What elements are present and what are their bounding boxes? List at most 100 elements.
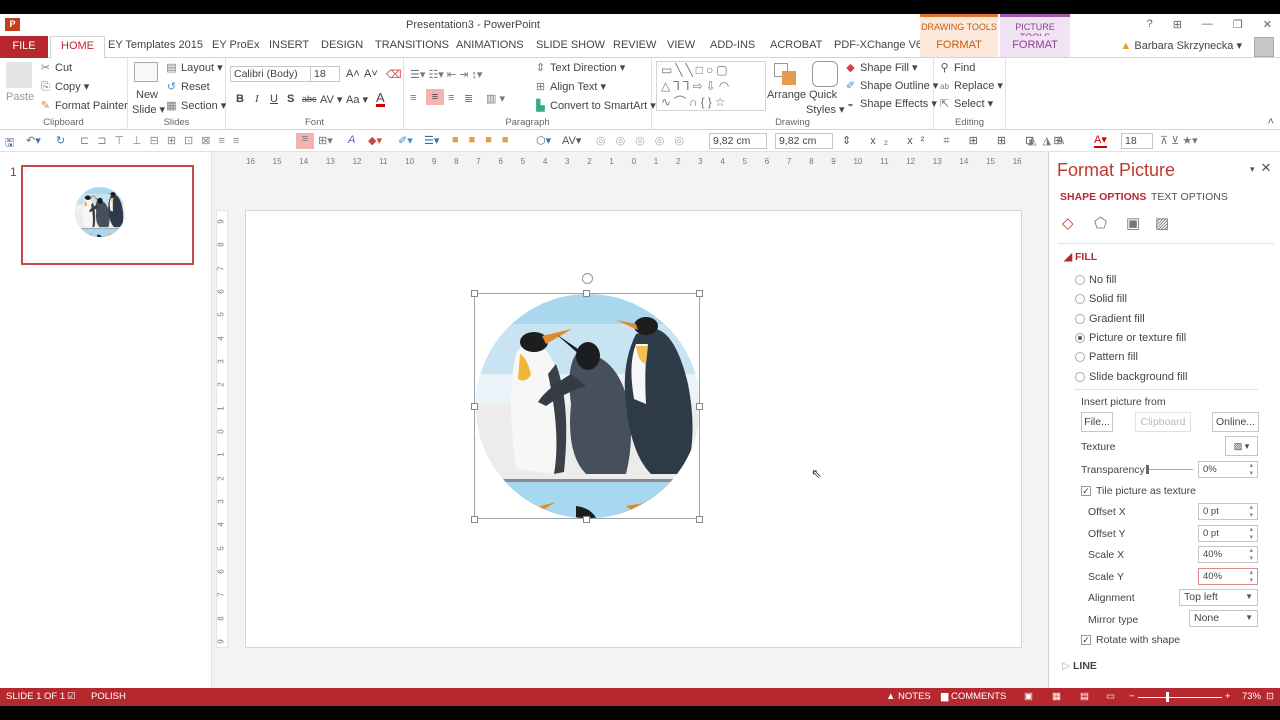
text-box-icon[interactable]: ⊞▾ xyxy=(318,134,333,147)
redo-icon[interactable]: ↻ xyxy=(56,134,65,147)
size-properties-icon[interactable]: ▣ xyxy=(1126,214,1140,232)
line-section-header[interactable]: ▷ LINE xyxy=(1062,660,1097,672)
tab-animations[interactable]: ANIMATIONS xyxy=(456,39,524,51)
shape-effects-button[interactable]: ◒ Shape Effects ▾ xyxy=(844,97,937,110)
picture-icon[interactable]: ▨ xyxy=(1155,214,1169,232)
paste-button[interactable]: Paste xyxy=(6,91,34,103)
language-indicator[interactable]: POLISH xyxy=(91,691,126,702)
tab-design[interactable]: DESIGN xyxy=(321,39,363,51)
spinner-arrows[interactable]: ▴ ▾ xyxy=(1249,547,1253,563)
more-icons[interactable]: ⊼ ⊻ ★▾ xyxy=(1160,134,1198,147)
undo-icon[interactable]: ↶▾ xyxy=(26,134,41,147)
close-icon[interactable]: ✕ xyxy=(1261,160,1272,175)
tab-file[interactable]: FILE xyxy=(0,36,48,58)
collapse-ribbon-icon[interactable]: ˄ xyxy=(1268,116,1274,128)
tab-insert[interactable]: INSERT xyxy=(269,39,309,51)
tab-ey-proex[interactable]: EY ProEx xyxy=(212,39,260,51)
smartart-button[interactable]: ▙ Convert to SmartArt ▾ xyxy=(534,99,656,112)
radio-gradient-fill[interactable]: Gradient fill xyxy=(1075,313,1145,325)
scale-y-input[interactable]: 40% ▴ ▾ xyxy=(1198,568,1258,585)
section-button[interactable]: ▦ Section ▾ xyxy=(165,99,226,112)
zoom-slider-thumb[interactable] xyxy=(1166,692,1170,702)
bullets-button[interactable]: ☰▾ ☷▾ ⇤ ⇥ ↕▾ xyxy=(410,68,482,81)
fit-slide-icon[interactable]: ⊡ xyxy=(1266,691,1274,702)
offset-y-input[interactable]: 0 pt ▴ ▾ xyxy=(1198,525,1258,542)
arrange-icons[interactable]: ■■■■ xyxy=(452,134,519,146)
cut-button[interactable]: ✂ Cut xyxy=(39,61,72,74)
text-color-icon[interactable]: A▾ xyxy=(1094,134,1107,148)
flip-icons[interactable]: ◭◮A xyxy=(1028,134,1070,147)
slide-sorter-icon[interactable]: ▦ xyxy=(1052,691,1061,702)
texture-dropdown[interactable]: ▨ ▾ xyxy=(1225,436,1258,456)
columns-button[interactable]: ▥ ▾ xyxy=(486,92,505,105)
radio-picture-fill[interactable]: Picture or texture fill xyxy=(1075,332,1186,344)
horizontal-ruler[interactable]: 16 15 14 13 12 11 10 9 8 7 6 5 4 3 2 1 0 1 2 3 4 5 6 7 8 9 10 11 12 1… xyxy=(246,155,1022,167)
slide-thumbnail[interactable] xyxy=(21,165,194,265)
user-account[interactable]: ▲ Barbara Skrzynecka ▾ xyxy=(1120,39,1242,52)
avatar[interactable] xyxy=(1254,37,1274,57)
font-color-button[interactable]: A xyxy=(376,91,385,107)
tab-view[interactable]: VIEW xyxy=(667,39,695,51)
file-button[interactable]: File... xyxy=(1081,412,1113,432)
align-right-button[interactable]: ≡ xyxy=(448,92,454,104)
char-spacing-button[interactable]: AV ▾ xyxy=(320,93,342,106)
spinner-arrows[interactable]: ▴ ▾ xyxy=(1249,504,1253,520)
quick-styles-button[interactable]: Quick xyxy=(809,89,837,101)
change-case-button[interactable]: Aa ▾ xyxy=(346,93,368,106)
justify-button[interactable]: ≣ xyxy=(464,92,473,105)
reset-button[interactable]: ↺ Reset xyxy=(165,80,210,93)
clipboard-button[interactable]: Clipboard xyxy=(1135,412,1191,432)
notes-button[interactable]: ▲ NOTES xyxy=(886,691,931,702)
rotate-handle[interactable] xyxy=(582,273,593,284)
save-icon[interactable]: 🖫 xyxy=(5,134,14,153)
radio-solid-fill[interactable]: Solid fill xyxy=(1075,293,1127,305)
text-direction-button[interactable]: ⇕ Text Direction ▾ xyxy=(534,61,625,74)
slideshow-icon[interactable]: ▭ xyxy=(1106,691,1115,702)
tab-home[interactable]: HOME xyxy=(50,36,105,59)
format-painter-button[interactable]: ✎ Format Painter xyxy=(39,99,128,112)
minimize-icon[interactable]: — xyxy=(1202,18,1213,31)
vertical-ruler[interactable]: 9 8 7 6 5 4 3 2 1 0 1 2 3 4 5 6 7 8 9 xyxy=(216,210,228,648)
close-icon[interactable]: ✕ xyxy=(1263,18,1272,31)
align-left-button[interactable]: ≡ xyxy=(410,92,416,104)
font-size-input[interactable]: 18 xyxy=(1121,133,1153,149)
outline-color-icon[interactable]: ✐▾ xyxy=(398,134,413,147)
tab-pdf-xchange[interactable]: PDF-XChange V6 xyxy=(834,39,922,51)
align-text-button[interactable]: ⊞ Align Text ▾ xyxy=(534,80,606,93)
spell-check-icon[interactable]: ☑ xyxy=(67,691,76,702)
comments-button[interactable]: ▆ COMMENTS xyxy=(941,691,1006,702)
shape-height-input[interactable]: 9,82 cm xyxy=(709,133,767,149)
pane-options-icon[interactable]: ▾ xyxy=(1250,164,1255,174)
new-slide-button[interactable]: New xyxy=(136,89,158,101)
spinner-arrows[interactable]: ▴ ▾ xyxy=(1249,526,1253,542)
zoom-level[interactable]: 73% xyxy=(1242,691,1261,702)
fill-section-header[interactable]: ◢ FILL xyxy=(1064,251,1097,263)
radio-pattern-fill[interactable]: Pattern fill xyxy=(1075,351,1138,363)
transparency-slider[interactable] xyxy=(1147,469,1193,470)
resize-handle-w[interactable] xyxy=(471,403,478,410)
tab-shape-options[interactable]: SHAPE OPTIONS xyxy=(1060,191,1146,203)
strikethrough-button[interactable]: abc xyxy=(302,94,317,104)
copy-button[interactable]: ⎘ Copy ▾ xyxy=(39,80,89,94)
rotate-checkbox[interactable]: ✓ Rotate with shape xyxy=(1081,634,1180,646)
online-button[interactable]: Online... xyxy=(1212,412,1259,432)
grow-font-button[interactable]: A˄ xyxy=(346,68,360,80)
font-size-dropdown[interactable]: 18 xyxy=(310,66,340,82)
tile-checkbox[interactable]: ✓ Tile picture as texture xyxy=(1081,485,1196,497)
tab-slide-show[interactable]: SLIDE SHOW xyxy=(536,39,605,51)
spinner-arrows[interactable]: ▴ ▾ xyxy=(1249,462,1253,478)
replace-button[interactable]: ab Replace ▾ xyxy=(938,79,1003,92)
spinner-arrows[interactable]: ▴ ▾ xyxy=(1249,569,1253,585)
restore-icon[interactable]: ❐ xyxy=(1233,18,1243,31)
radio-no-fill[interactable]: No fill xyxy=(1075,274,1117,286)
align-objects-icons[interactable]: ⊏⊐⊤⊥⊟⊞⊡⊠≡≡ xyxy=(80,134,247,147)
reading-view-icon[interactable]: ▤ xyxy=(1080,691,1089,702)
shape-width-input[interactable]: 9,82 cm xyxy=(775,133,833,149)
tab-picture-format[interactable]: FORMAT xyxy=(1000,36,1070,57)
zoom-in-button[interactable]: + xyxy=(1225,691,1231,702)
transparency-input[interactable]: 0% ▴ ▾ xyxy=(1198,461,1258,478)
new-slide-dropdown[interactable]: Slide ▾ xyxy=(132,103,165,116)
resize-handle-e[interactable] xyxy=(696,403,703,410)
quick-styles-dropdown[interactable]: Styles ▾ xyxy=(806,103,845,116)
resize-handle-ne[interactable] xyxy=(696,290,703,297)
